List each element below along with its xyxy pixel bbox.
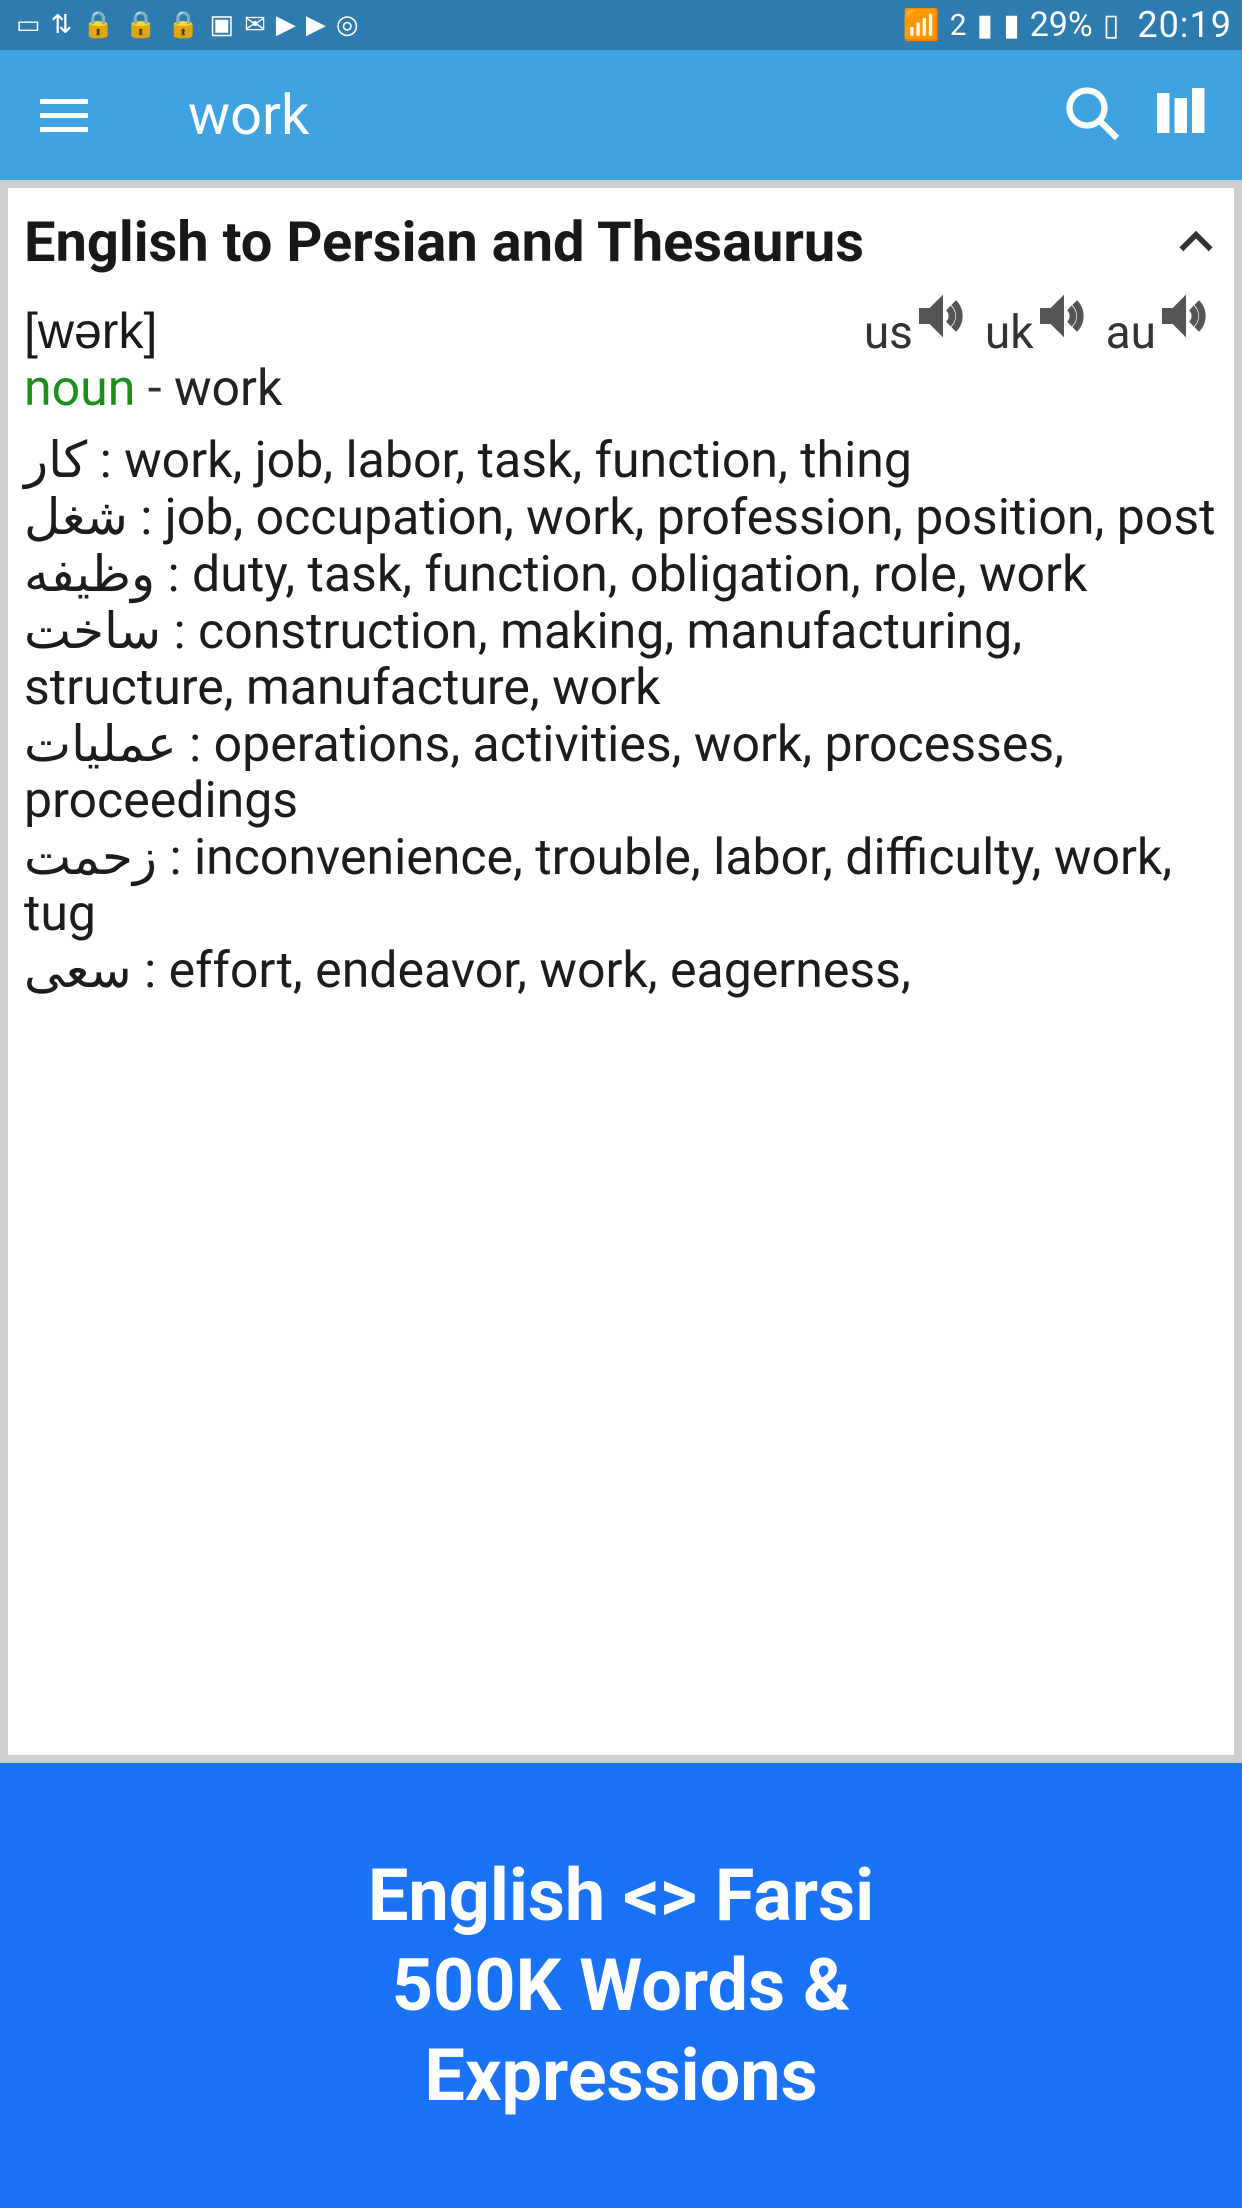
- speaker-icon: [1032, 284, 1096, 352]
- separator: -: [135, 360, 174, 418]
- lock-icon: 🔒: [167, 10, 199, 40]
- persian-word: ساخت: [24, 603, 161, 659]
- status-icons-right: 📶 2 ▮ ▮ 29% ▯ 20:19: [902, 4, 1232, 46]
- definitions-list: کار : work, job, labor, task, function, …: [24, 432, 1218, 999]
- video-icon: ▶: [306, 10, 326, 40]
- definition-item: سعی : effort, endeavor, work, eagerness,: [24, 942, 1218, 999]
- video-icon: ▶: [276, 10, 296, 40]
- persian-word: عملیات: [24, 716, 177, 772]
- ad-banner[interactable]: English <> Farsi 500K Words & Expression…: [0, 1763, 1242, 2208]
- pos-line: noun - work: [24, 360, 1218, 418]
- dictionary-section: English to Persian and Thesaurus [wərk] …: [8, 188, 1234, 1755]
- audio-label-au: au: [1106, 306, 1156, 360]
- notification-icon: ▭: [16, 10, 41, 40]
- mail-icon: ✉: [244, 10, 266, 40]
- sim-icon: 2: [950, 8, 967, 43]
- audio-label-us: us: [864, 306, 913, 360]
- search-term[interactable]: work: [188, 82, 1032, 148]
- section-header[interactable]: English to Persian and Thesaurus: [24, 210, 1218, 274]
- english-translations: : inconvenience, trouble, labor, difficu…: [24, 829, 1172, 943]
- phonetic: [wərk]: [24, 302, 157, 360]
- speaker-icon: [911, 284, 975, 352]
- app-bar: work: [0, 50, 1242, 180]
- english-translations: : effort, endeavor, work, eagerness,: [132, 942, 911, 1000]
- content-wrapper: English to Persian and Thesaurus [wərk] …: [0, 180, 1242, 1763]
- persian-word: زحمت: [24, 829, 157, 885]
- picture-icon: ▣: [210, 10, 235, 40]
- definition-item: ساخت : construction, making, manufacturi…: [24, 603, 1218, 716]
- search-icon[interactable]: [1062, 83, 1122, 147]
- wifi-icon: 📶: [902, 8, 939, 43]
- english-translations: : operations, activities, work, processe…: [24, 716, 1064, 830]
- english-translations: : job, occupation, work, profession, pos…: [128, 489, 1216, 547]
- signal-icon: ▮: [1003, 8, 1020, 43]
- persian-word: وظیفه: [24, 546, 155, 602]
- headword: work: [174, 360, 282, 418]
- english-translations: : work, job, labor, task, function, thin…: [87, 432, 912, 490]
- persian-word: شغل: [24, 489, 128, 545]
- target-icon: ◎: [336, 10, 359, 40]
- audio-label-uk: uk: [985, 306, 1034, 360]
- menu-icon[interactable]: [30, 89, 98, 142]
- lock-icon: 🔒: [82, 10, 114, 40]
- clock: 20:19: [1137, 4, 1232, 46]
- chevron-up-icon[interactable]: [1174, 210, 1218, 268]
- pronunciation-row: [wərk] us uk au: [24, 284, 1218, 360]
- audio-group: us uk au: [854, 284, 1218, 360]
- audio-uk[interactable]: uk: [985, 284, 1096, 360]
- english-translations: : duty, task, function, obligation, role…: [155, 546, 1087, 604]
- status-icons-left: ▭ ⇅ 🔒 🔒 🔒 ▣ ✉ ▶ ▶ ◎: [10, 10, 359, 40]
- part-of-speech: noun: [24, 360, 135, 418]
- ad-line-2: 500K Words &: [392, 1941, 851, 2031]
- definition-item: عملیات : operations, activities, work, p…: [24, 716, 1218, 829]
- status-bar: ▭ ⇅ 🔒 🔒 🔒 ▣ ✉ ▶ ▶ ◎ 📶 2 ▮ ▮ 29% ▯ 20:19: [0, 0, 1242, 50]
- definition-item: شغل : job, occupation, work, profession,…: [24, 489, 1218, 546]
- english-translations: : construction, making, manufacturing, s…: [24, 603, 1022, 717]
- definition-item: زحمت : inconvenience, trouble, labor, di…: [24, 829, 1218, 942]
- ad-line-3: Expressions: [424, 2031, 817, 2121]
- definition-item: کار : work, job, labor, task, function, …: [24, 432, 1218, 489]
- persian-word: کار: [24, 432, 87, 488]
- audio-us[interactable]: us: [864, 284, 975, 360]
- section-title: English to Persian and Thesaurus: [24, 210, 1174, 274]
- signal-icon: ▮: [977, 8, 994, 43]
- audio-au[interactable]: au: [1106, 284, 1218, 360]
- definition-item: وظیفه : duty, task, function, obligation…: [24, 546, 1218, 603]
- lock-icon: 🔒: [125, 10, 157, 40]
- sync-icon: ⇅: [51, 10, 73, 40]
- persian-word: سعی: [24, 942, 132, 998]
- speaker-icon: [1154, 284, 1218, 352]
- library-icon[interactable]: [1152, 83, 1212, 147]
- battery-icon: ▯: [1103, 8, 1120, 43]
- ad-line-1: English <> Farsi: [368, 1851, 874, 1941]
- battery-percentage: 29%: [1030, 5, 1093, 45]
